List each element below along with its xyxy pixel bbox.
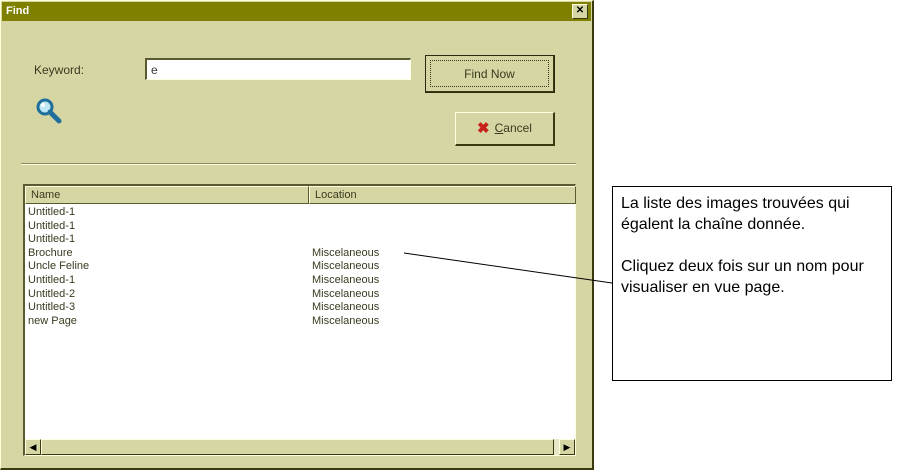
- item-location: Miscelaneous: [312, 301, 380, 314]
- separator: [21, 163, 576, 165]
- list-item[interactable]: Untitled-1: [25, 206, 575, 220]
- column-header-name[interactable]: Name: [25, 186, 309, 204]
- list-rows: Untitled-1 Untitled-1 Untitled-1 Brochur…: [25, 206, 575, 328]
- callout-box: La liste des images trouvées qui égalent…: [612, 186, 892, 381]
- cancel-accelerator: C: [494, 121, 504, 135]
- list-item[interactable]: Uncle Feline Miscelaneous: [25, 260, 575, 274]
- callout-paragraph-1: La liste des images trouvées qui égalent…: [621, 195, 850, 233]
- title-bar[interactable]: Find ✕: [2, 2, 591, 21]
- find-now-label: Find Now: [430, 60, 549, 87]
- list-item[interactable]: Untitled-1: [25, 233, 575, 247]
- item-location: Miscelaneous: [312, 246, 380, 259]
- item-name: Untitled-1: [28, 233, 76, 246]
- find-dialog: Find ✕ Keyword: Find Now ✖ Cancel Name Lo…: [0, 0, 594, 470]
- callout-paragraph-2: Cliquez deux fois sur un nom pour visual…: [621, 258, 864, 296]
- item-location: Miscelaneous: [312, 260, 380, 273]
- list-header: Name Location: [25, 186, 576, 204]
- list-item[interactable]: Untitled-1: [25, 220, 575, 234]
- cancel-label: ancel: [503, 121, 532, 135]
- list-item[interactable]: Brochure Miscelaneous: [25, 247, 575, 261]
- scroll-right-button[interactable]: ▶: [559, 439, 575, 455]
- horizontal-scrollbar[interactable]: ◀ ▶: [25, 439, 575, 455]
- item-name: Brochure: [28, 246, 73, 259]
- keyword-input[interactable]: [145, 58, 411, 80]
- list-item[interactable]: Untitled-1 Miscelaneous: [25, 274, 575, 288]
- item-name: Untitled-1: [28, 206, 76, 218]
- item-location: Miscelaneous: [312, 314, 380, 327]
- magnifier-icon: [36, 98, 62, 124]
- item-name: Untitled-1: [28, 219, 76, 232]
- item-name: Untitled-2: [28, 287, 76, 300]
- find-now-button[interactable]: Find Now: [425, 55, 555, 93]
- list-item[interactable]: Untitled-3 Miscelaneous: [25, 301, 575, 315]
- cancel-button[interactable]: ✖ Cancel: [455, 112, 555, 146]
- item-name: new Page: [28, 314, 77, 327]
- red-x-icon: ✖: [477, 120, 490, 137]
- list-item[interactable]: Untitled-2 Miscelaneous: [25, 288, 575, 302]
- item-location: Miscelaneous: [312, 287, 380, 300]
- scroll-left-button[interactable]: ◀: [25, 439, 41, 455]
- results-list[interactable]: Name Location Untitled-1 Untitled-1 Unti…: [23, 184, 576, 456]
- item-location: Miscelaneous: [312, 273, 380, 286]
- keyword-label: Keyword:: [34, 63, 85, 77]
- scroll-thumb[interactable]: [41, 439, 554, 455]
- close-button[interactable]: ✕: [572, 4, 588, 19]
- item-name: Untitled-3: [28, 301, 76, 314]
- item-name: Uncle Feline: [28, 260, 90, 273]
- list-item[interactable]: new Page Miscelaneous: [25, 315, 575, 329]
- column-header-location[interactable]: Location: [309, 186, 576, 204]
- window-title: Find: [6, 5, 30, 17]
- item-name: Untitled-1: [28, 273, 76, 286]
